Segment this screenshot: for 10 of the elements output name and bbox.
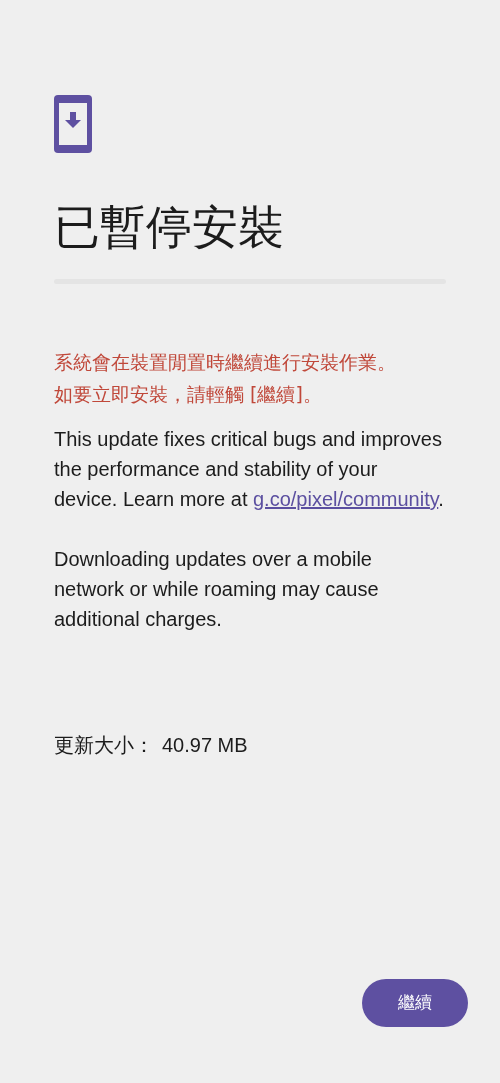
update-size-value: 40.97 MB bbox=[162, 733, 248, 758]
page-title: 已暫停安裝 bbox=[54, 199, 285, 255]
charges-warning: Downloading updates over a mobile network or while roaming may cause additional charges. bbox=[54, 547, 380, 632]
update-size-label: 更新大小： bbox=[54, 732, 154, 759]
community-link[interactable]: g.co/pixel/community bbox=[253, 488, 439, 510]
continue-button[interactable]: 繼續 bbox=[362, 979, 468, 1027]
update-description: This update fixes critical bugs and improves the performance and stability of your device. Learn more at g.co/pixel/community. bbox=[54, 427, 445, 512]
phone-download-icon bbox=[54, 95, 92, 153]
install-notice: 系統會在裝置閒置時繼續進行安裝作業。 bbox=[54, 350, 397, 375]
install-notice: 如要立即安裝，請輕觸 [繼續]。 bbox=[54, 382, 323, 407]
